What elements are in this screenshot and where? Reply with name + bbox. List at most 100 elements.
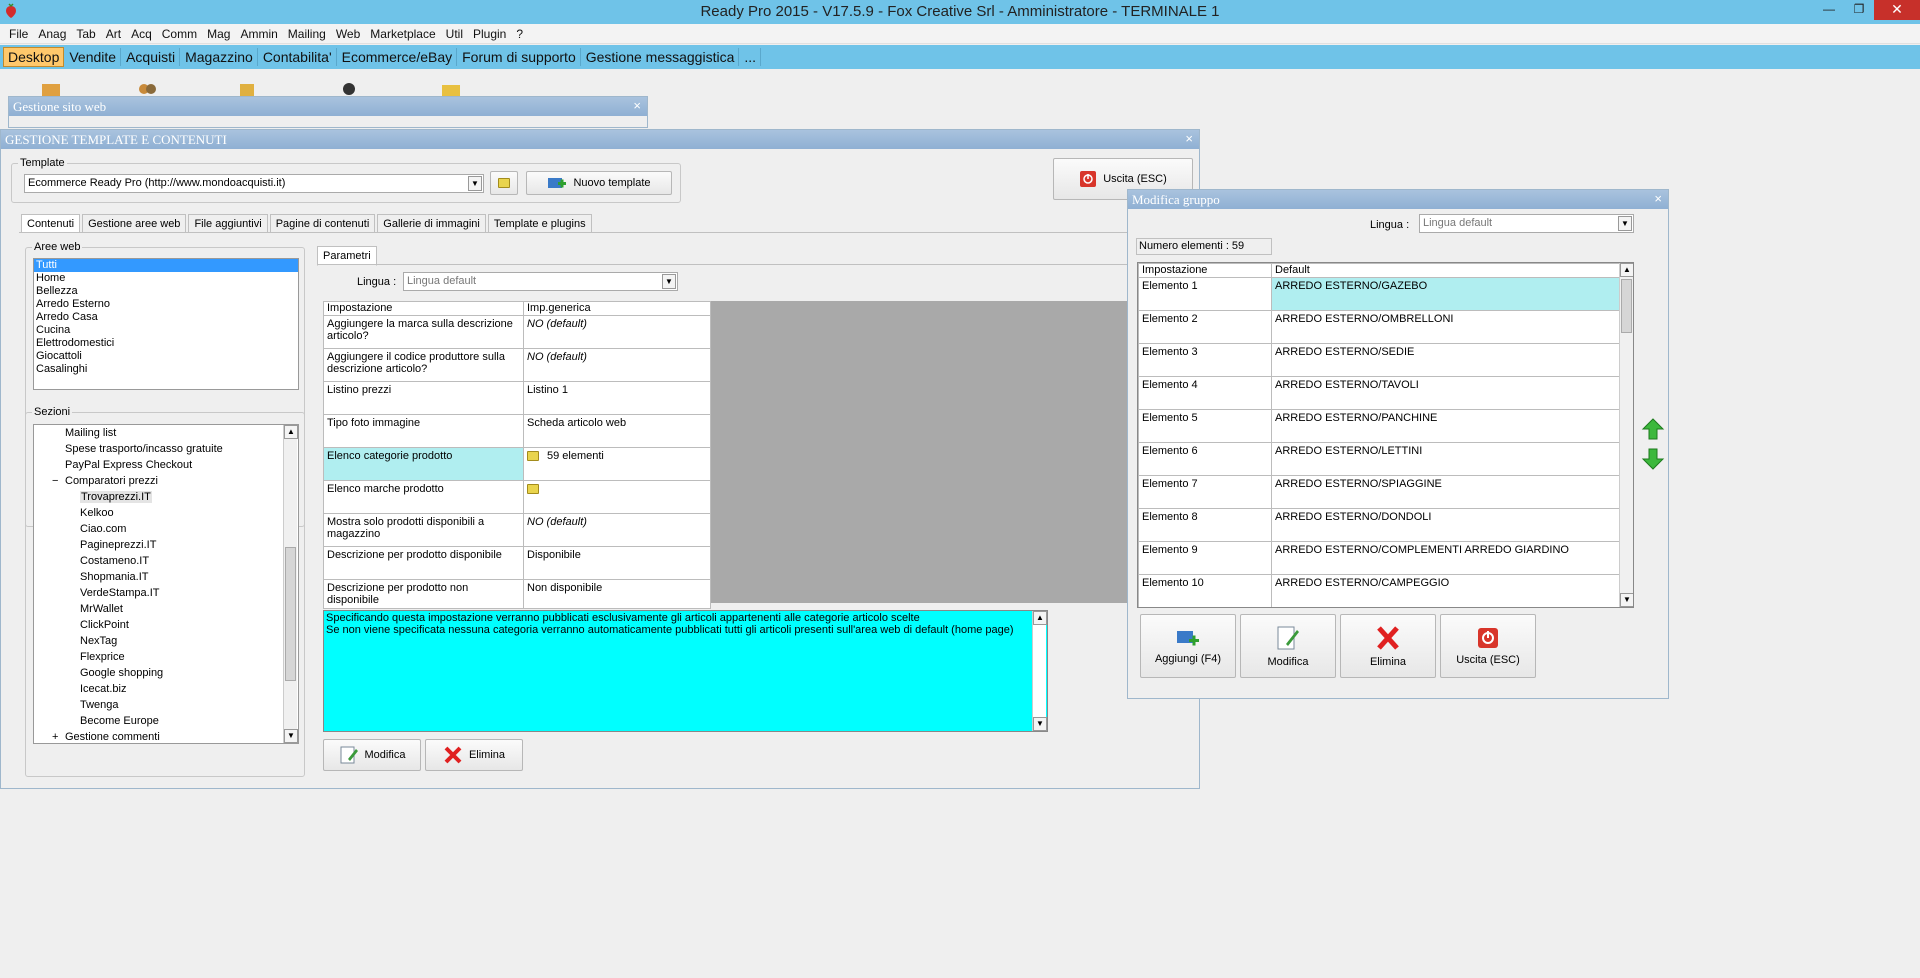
table-row[interactable]: Elemento 9 ARREDO ESTERNO/COMPLEMENTI AR…	[1138, 541, 1620, 575]
folder-icon[interactable]	[527, 451, 539, 462]
menu-mag[interactable]: Mag	[202, 27, 235, 41]
scroll-up-icon[interactable]: ▲	[1033, 611, 1047, 625]
list-item[interactable]: Casalinghi	[34, 363, 298, 376]
param-value[interactable]: Non disponibile	[523, 579, 711, 609]
tab-contabilita[interactable]: Contabilita'	[259, 48, 337, 66]
table-row[interactable]: Elemento 7 ARREDO ESTERNO/SPIAGGINE	[1138, 475, 1620, 509]
dialog-uscita-button[interactable]: Uscita (ESC)	[1440, 614, 1536, 678]
tree-item[interactable]: Twenga	[34, 697, 298, 713]
tree-item[interactable]: − Comparatori prezzi	[34, 473, 298, 489]
table-row[interactable]: Elemento 1 ARREDO ESTERNO/GAZEBO	[1138, 277, 1620, 311]
tree-item[interactable]: PayPal Express Checkout	[34, 457, 298, 473]
tree-item[interactable]: + Gestione commenti	[34, 729, 298, 743]
menu-marketplace[interactable]: Marketplace	[365, 27, 440, 41]
close-icon[interactable]: ×	[1654, 191, 1662, 206]
template-select[interactable]: Ecommerce Ready Pro (http://www.mondoacq…	[24, 174, 484, 193]
scroll-down-icon[interactable]: ▼	[1620, 593, 1633, 607]
menu-plugin[interactable]: Plugin	[468, 27, 511, 41]
element-value[interactable]: ARREDO ESTERNO/COMPLEMENTI ARREDO GIARDI…	[1271, 541, 1620, 575]
minimize-button[interactable]: —	[1814, 0, 1844, 20]
tree-item[interactable]: Spese trasporto/incasso gratuite	[34, 441, 298, 457]
table-row[interactable]: Elenco categorie prodotto 59 elementi	[323, 447, 711, 481]
tree-item[interactable]: Costameno.IT	[34, 553, 298, 569]
list-item[interactable]: Arredo Casa	[34, 311, 298, 324]
dialog-modifica-button[interactable]: Modifica	[1240, 614, 1336, 678]
table-row[interactable]: Elemento 6 ARREDO ESTERNO/LETTINI	[1138, 442, 1620, 476]
table-row[interactable]: Elemento 10 ARREDO ESTERNO/CAMPEGGIO	[1138, 574, 1620, 607]
menu-tab[interactable]: Tab	[71, 27, 100, 41]
menu-art[interactable]: Art	[101, 27, 126, 41]
tab-acquisti[interactable]: Acquisti	[122, 48, 181, 66]
element-value[interactable]: ARREDO ESTERNO/OMBRELLONI	[1271, 310, 1620, 344]
tree-item[interactable]: Ciao.com	[34, 521, 298, 537]
list-item[interactable]: Bellezza	[34, 285, 298, 298]
tree-item[interactable]: Mailing list	[34, 425, 298, 441]
tab-forum[interactable]: Forum di supporto	[458, 48, 581, 66]
column-header[interactable]: Impostazione	[323, 301, 524, 316]
tab-vendite[interactable]: Vendite	[65, 48, 122, 66]
tree-item[interactable]: MrWallet	[34, 601, 298, 617]
param-value[interactable]: NO (default)	[523, 348, 711, 382]
nuovo-template-button[interactable]: Nuovo template	[526, 171, 672, 195]
param-value[interactable]: 59 elementi	[523, 447, 711, 481]
param-value[interactable]: NO (default)	[523, 315, 711, 349]
tree-item[interactable]: Trovaprezzi.IT	[34, 489, 298, 505]
maximize-button[interactable]: ❐	[1844, 0, 1874, 20]
folder-icon[interactable]	[527, 484, 539, 495]
param-value[interactable]: Disponibile	[523, 546, 711, 580]
tree-item[interactable]: ClickPoint	[34, 617, 298, 633]
scroll-up-icon[interactable]: ▲	[1620, 263, 1633, 277]
aree-web-list[interactable]: Tutti Home Bellezza Arredo Esterno Arred…	[33, 258, 299, 390]
list-item[interactable]: Tutti	[34, 259, 298, 272]
help-scrollbar[interactable]: ▲ ▼	[1032, 611, 1047, 731]
expand-icon[interactable]: +	[52, 729, 65, 743]
menu-comm[interactable]: Comm	[157, 27, 202, 41]
tree-item[interactable]: VerdeStampa.IT	[34, 585, 298, 601]
scroll-down-icon[interactable]: ▼	[1033, 717, 1047, 731]
menu-help[interactable]: ?	[511, 27, 528, 41]
close-app-button[interactable]: ✕	[1874, 0, 1920, 20]
modifica-button[interactable]: Modifica	[323, 739, 421, 771]
elimina-button[interactable]: Elimina	[425, 739, 523, 771]
table-row[interactable]: Mostra solo prodotti disponibili a magaz…	[323, 513, 711, 547]
move-up-icon[interactable]	[1641, 417, 1665, 441]
table-row[interactable]: Elenco marche prodotto	[323, 480, 711, 514]
desktop-shortcut-icon[interactable]	[40, 82, 62, 96]
scroll-down-icon[interactable]: ▼	[284, 729, 298, 743]
tab-desktop[interactable]: Desktop	[3, 47, 65, 67]
table-row[interactable]: Elemento 8 ARREDO ESTERNO/DONDOLI	[1138, 508, 1620, 542]
tree-item[interactable]: Kelkoo	[34, 505, 298, 521]
tab-more[interactable]: ...	[740, 48, 762, 66]
tree-item[interactable]: Pagineprezzi.IT	[34, 537, 298, 553]
close-icon[interactable]: ×	[633, 98, 641, 113]
column-header[interactable]: Imp.generica	[523, 301, 711, 316]
param-value[interactable]: Listino 1	[523, 381, 711, 415]
table-row[interactable]: Elemento 5 ARREDO ESTERNO/PANCHINE	[1138, 409, 1620, 443]
table-row[interactable]: Elemento 4 ARREDO ESTERNO/TAVOLI	[1138, 376, 1620, 410]
tab-gestione-aree-web[interactable]: Gestione aree web	[82, 214, 187, 233]
tree-item[interactable]: Shopmania.IT	[34, 569, 298, 585]
tree-item[interactable]: Icecat.biz	[34, 681, 298, 697]
tab-magazzino[interactable]: Magazzino	[181, 48, 258, 66]
table-row[interactable]: Listino prezzi Listino 1	[323, 381, 711, 415]
open-folder-button[interactable]	[490, 171, 518, 195]
tree-item[interactable]: NexTag	[34, 633, 298, 649]
param-value[interactable]: Scheda articolo web	[523, 414, 711, 448]
close-icon[interactable]: ×	[1185, 131, 1193, 146]
column-header[interactable]: Impostazione	[1138, 263, 1272, 278]
table-row[interactable]: Descrizione per prodotto disponibile Dis…	[323, 546, 711, 580]
param-value[interactable]: NO (default)	[523, 513, 711, 547]
dialog-elimina-button[interactable]: Elimina	[1340, 614, 1436, 678]
menu-acq[interactable]: Acq	[126, 27, 157, 41]
list-item[interactable]: Arredo Esterno	[34, 298, 298, 311]
tab-file-aggiuntivi[interactable]: File aggiuntivi	[188, 214, 268, 233]
tab-ecommerce-ebay[interactable]: Ecommerce/eBay	[338, 48, 458, 66]
table-row[interactable]: Tipo foto immagine Scheda articolo web	[323, 414, 711, 448]
list-item[interactable]: Home	[34, 272, 298, 285]
list-item[interactable]: Cucina	[34, 324, 298, 337]
folder-shortcut-icon[interactable]	[440, 82, 462, 96]
tab-messaggistica[interactable]: Gestione messaggistica	[582, 48, 740, 66]
sezioni-scrollbar[interactable]: ▲ ▼	[283, 425, 298, 743]
worker-shortcut-icon[interactable]	[236, 82, 258, 96]
element-value[interactable]: ARREDO ESTERNO/TAVOLI	[1271, 376, 1620, 410]
